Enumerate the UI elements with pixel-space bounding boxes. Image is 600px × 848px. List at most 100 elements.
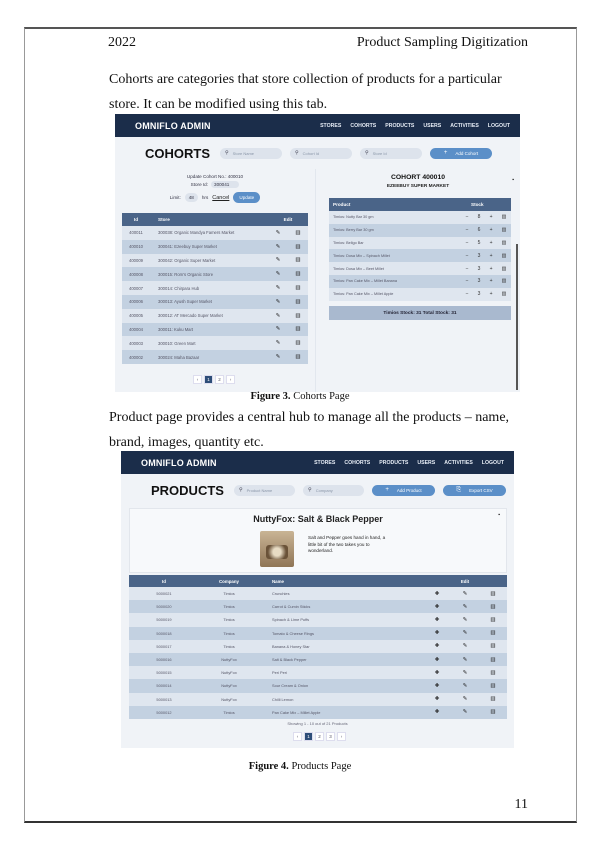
delete-icon[interactable]: ▥	[479, 630, 507, 636]
minus-icon[interactable]: −	[466, 240, 469, 246]
delete-icon[interactable]: ▥	[293, 340, 303, 346]
edit-icon[interactable]: ✎	[273, 285, 283, 291]
add-stock-icon[interactable]: ✚	[423, 604, 451, 610]
add-cohort-button[interactable]: + Add Cohort	[430, 147, 492, 159]
store-name-search-input[interactable]: ⚲ Store Name	[220, 147, 282, 159]
page-2[interactable]: 2	[215, 375, 224, 384]
edit-icon[interactable]: ✎	[451, 617, 479, 623]
store-id-input[interactable]: 300041	[211, 181, 240, 188]
brand-logo[interactable]: OMNIFLO ADMIN	[135, 121, 211, 131]
add-stock-icon[interactable]: ✚	[423, 591, 451, 597]
minus-icon[interactable]: −	[466, 278, 469, 284]
limit-input[interactable]: 48	[184, 193, 198, 202]
edit-icon[interactable]: ✎	[451, 709, 479, 715]
delete-icon[interactable]: ▥	[293, 230, 303, 236]
nav-users[interactable]: USERS	[417, 460, 435, 466]
delete-icon[interactable]: ▥	[293, 257, 303, 263]
minus-icon[interactable]: −	[466, 227, 469, 233]
edit-icon[interactable]: ✎	[273, 299, 283, 305]
delete-icon[interactable]: ▥	[502, 291, 507, 297]
page-1[interactable]: 1	[304, 732, 313, 741]
product-name-search-input[interactable]: ⚲ Product Name	[233, 484, 296, 496]
add-product-button[interactable]: + Add Product	[372, 484, 436, 496]
add-stock-icon[interactable]: ✚	[423, 709, 451, 715]
edit-icon[interactable]: ✎	[273, 244, 283, 250]
plus-icon[interactable]: +	[490, 278, 493, 284]
nav-logout[interactable]: LOGOUT	[482, 460, 504, 466]
store-id-search-input[interactable]: ⚲ Store Id	[360, 147, 422, 159]
minus-icon[interactable]: −	[466, 214, 469, 220]
delete-icon[interactable]: ▥	[502, 266, 507, 272]
edit-icon[interactable]: ✎	[273, 313, 283, 319]
nav-products[interactable]: PRODUCTS	[385, 123, 414, 129]
nav-users[interactable]: USERS	[423, 123, 441, 129]
plus-icon[interactable]: +	[490, 266, 493, 272]
edit-icon[interactable]: ✎	[451, 696, 479, 702]
plus-icon[interactable]: +	[490, 240, 493, 246]
add-stock-icon[interactable]: ✚	[423, 630, 451, 636]
minus-icon[interactable]: −	[466, 266, 469, 272]
prev-page[interactable]: ‹	[293, 732, 302, 741]
plus-icon[interactable]: +	[490, 227, 493, 233]
delete-icon[interactable]: ▥	[479, 643, 507, 649]
delete-icon[interactable]: ▥	[479, 696, 507, 702]
delete-icon[interactable]: ▥	[293, 326, 303, 332]
add-stock-icon[interactable]: ✚	[423, 670, 451, 676]
nav-activities[interactable]: ACTIVITIES	[450, 123, 479, 129]
delete-icon[interactable]: ▥	[479, 683, 507, 689]
page-2[interactable]: 2	[315, 732, 324, 741]
edit-icon[interactable]: ✎	[451, 604, 479, 610]
edit-icon[interactable]: ✎	[273, 326, 283, 332]
add-stock-icon[interactable]: ✚	[423, 696, 451, 702]
delete-icon[interactable]: ▥	[502, 214, 507, 220]
nav-cohorts[interactable]: COHORTS	[350, 123, 376, 129]
delete-icon[interactable]: ▥	[479, 670, 507, 676]
next-page[interactable]: ›	[337, 732, 346, 741]
delete-icon[interactable]: ▥	[479, 617, 507, 623]
delete-icon[interactable]: ▥	[293, 354, 303, 360]
edit-icon[interactable]: ✎	[451, 683, 479, 689]
delete-icon[interactable]: ▥	[502, 278, 507, 284]
delete-icon[interactable]: ▥	[293, 244, 303, 250]
delete-icon[interactable]: ▥	[502, 227, 507, 233]
nav-products[interactable]: PRODUCTS	[379, 460, 408, 466]
edit-icon[interactable]: ✎	[451, 643, 479, 649]
page-1[interactable]: 1	[204, 375, 213, 384]
edit-icon[interactable]: ✎	[451, 670, 479, 676]
cohort-id-search-input[interactable]: ⚲ Cohort Id	[290, 147, 352, 159]
edit-icon[interactable]: ✎	[451, 630, 479, 636]
delete-icon[interactable]: ▥	[502, 253, 507, 259]
edit-icon[interactable]: ✎	[451, 657, 479, 663]
brand-logo[interactable]: OMNIFLO ADMIN	[141, 458, 217, 468]
delete-icon[interactable]: ▥	[479, 709, 507, 715]
add-stock-icon[interactable]: ✚	[423, 657, 451, 663]
next-page[interactable]: ›	[226, 375, 235, 384]
nav-activities[interactable]: ACTIVITIES	[444, 460, 473, 466]
edit-icon[interactable]: ✎	[273, 230, 283, 236]
plus-icon[interactable]: +	[490, 291, 493, 297]
company-search-input[interactable]: ⚲ Company	[303, 484, 365, 496]
edit-icon[interactable]: ✎	[273, 257, 283, 263]
prev-page[interactable]: ‹	[193, 375, 202, 384]
update-button[interactable]: Update	[233, 192, 261, 203]
export-csv-button[interactable]: ⎘ Export CSV	[443, 484, 506, 496]
cancel-button[interactable]: Cancel	[212, 195, 229, 201]
add-stock-icon[interactable]: ✚	[423, 617, 451, 623]
minus-icon[interactable]: −	[466, 253, 469, 259]
plus-icon[interactable]: +	[490, 253, 493, 259]
minus-icon[interactable]: −	[466, 291, 469, 297]
nav-cohorts[interactable]: COHORTS	[344, 460, 370, 466]
edit-icon[interactable]: ✎	[273, 271, 283, 277]
delete-icon[interactable]: ▥	[293, 271, 303, 277]
delete-icon[interactable]: ▥	[293, 299, 303, 305]
plus-icon[interactable]: +	[490, 214, 493, 220]
delete-icon[interactable]: ▥	[479, 604, 507, 610]
edit-icon[interactable]: ✎	[273, 340, 283, 346]
scrollbar[interactable]	[516, 244, 518, 390]
close-icon[interactable]: ▪	[512, 177, 514, 183]
delete-icon[interactable]: ▥	[479, 657, 507, 663]
add-stock-icon[interactable]: ✚	[423, 643, 451, 649]
delete-icon[interactable]: ▥	[502, 240, 507, 246]
delete-icon[interactable]: ▥	[293, 285, 303, 291]
nav-logout[interactable]: LOGOUT	[488, 123, 510, 129]
